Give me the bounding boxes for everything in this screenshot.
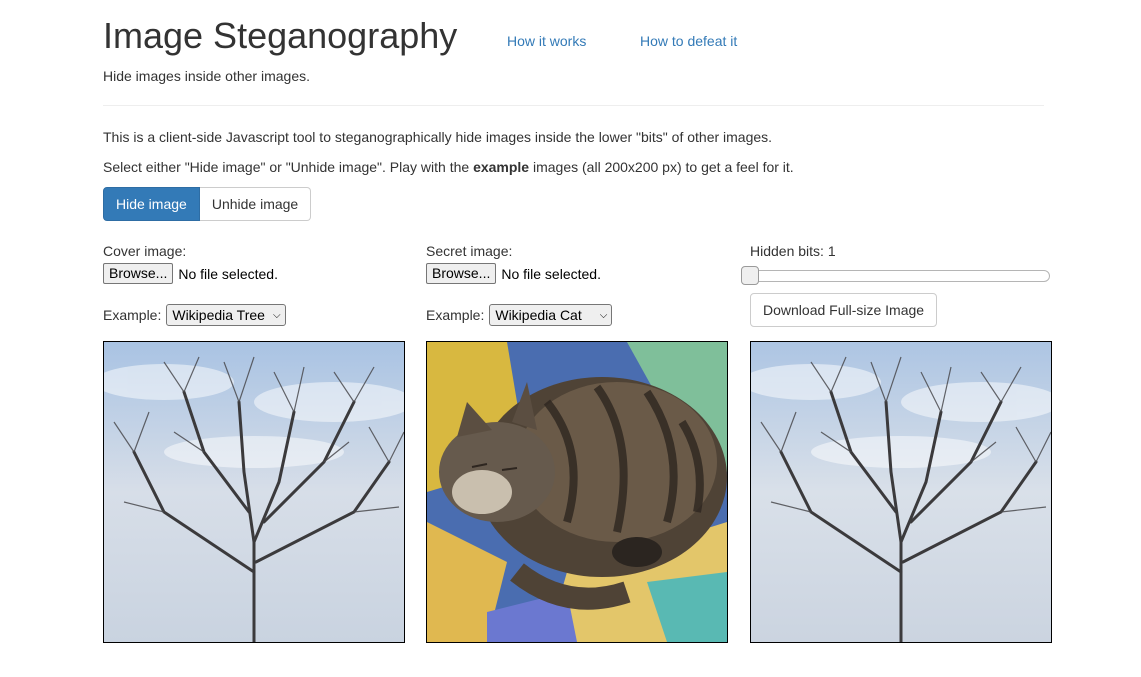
hidden-bits-slider[interactable] bbox=[741, 270, 1050, 282]
hidden-bits-label: Hidden bits: 1 bbox=[750, 243, 836, 259]
secret-image-label: Secret image: bbox=[426, 243, 513, 259]
cover-example: Example: Wikipedia Tree ⌵ bbox=[103, 304, 286, 326]
page-title: Image Steganography bbox=[103, 15, 458, 56]
secret-example-label: Example: bbox=[426, 307, 485, 323]
cover-image-label: Cover image: bbox=[103, 243, 187, 259]
nav-how-to-defeat-it[interactable]: How to defeat it bbox=[640, 32, 737, 50]
intro-text: This is a client-side Javascript tool to… bbox=[103, 129, 773, 145]
cover-example-label: Example: bbox=[103, 307, 162, 323]
secret-example: Example: Wikipedia Cat ⌵ bbox=[426, 304, 613, 326]
secret-browse-button[interactable]: Browse... bbox=[426, 263, 497, 284]
secret-file-status: No file selected. bbox=[501, 265, 601, 282]
instructions-text: Select either "Hide image" or "Unhide im… bbox=[103, 159, 794, 175]
page-subtitle: Hide images inside other images. bbox=[103, 68, 310, 84]
cover-image-canvas bbox=[103, 341, 405, 643]
chevron-down-icon: ⌵ bbox=[272, 309, 281, 321]
hidden-bits-slider-handle[interactable] bbox=[741, 266, 759, 285]
output-image-canvas bbox=[750, 341, 1052, 643]
chevron-down-icon: ⌵ bbox=[599, 309, 608, 321]
cover-image-section: Cover image: Browse... No file selected. bbox=[103, 242, 405, 284]
secret-image-canvas bbox=[426, 341, 728, 643]
cover-browse-button[interactable]: Browse... bbox=[103, 263, 174, 284]
divider bbox=[103, 105, 1044, 106]
download-image-button[interactable]: Download Full-size Image bbox=[750, 293, 938, 327]
nav-how-it-works[interactable]: How it works bbox=[507, 32, 586, 50]
secret-image-section: Secret image: Browse... No file selected… bbox=[426, 242, 728, 284]
hide-image-button[interactable]: Hide image bbox=[103, 187, 200, 221]
secret-example-select[interactable]: Wikipedia Cat ⌵ bbox=[489, 304, 613, 326]
output-section: Hidden bits: 1 bbox=[750, 242, 1052, 260]
unhide-image-button[interactable]: Unhide image bbox=[199, 187, 312, 221]
cover-file-status: No file selected. bbox=[178, 265, 278, 282]
cover-example-select[interactable]: Wikipedia Tree ⌵ bbox=[166, 304, 286, 326]
mode-toggle: Hide image Unhide image bbox=[103, 187, 312, 221]
